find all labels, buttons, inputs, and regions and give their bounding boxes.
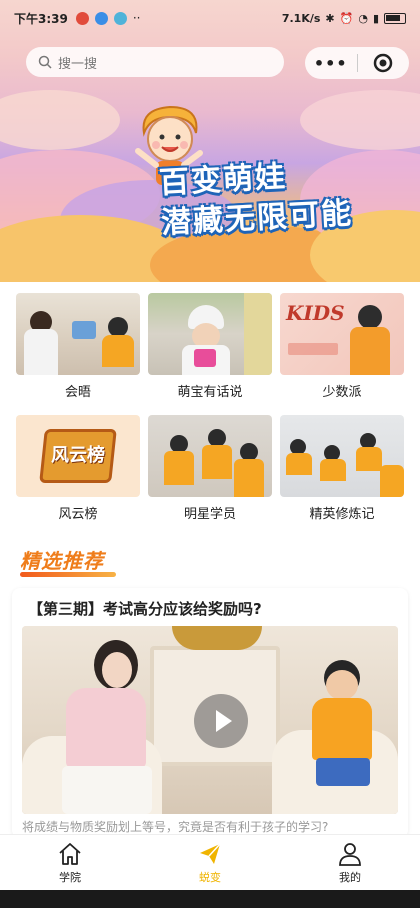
- search-icon: [38, 55, 52, 69]
- section-underline: [20, 572, 116, 577]
- battery-icon: [384, 12, 406, 24]
- card-title: 【第三期】考试高分应该给奖励吗?: [28, 600, 262, 618]
- grid-item-meeting[interactable]: 会晤: [16, 293, 140, 400]
- grid-item-elite-training[interactable]: 精英修炼记: [280, 415, 404, 522]
- thumb-image: 风云榜: [16, 415, 140, 497]
- target-icon: [373, 53, 393, 73]
- bluetooth-icon: ✱: [325, 11, 335, 25]
- tab-label: 蜕变: [199, 870, 221, 884]
- search-input[interactable]: 搜一搜: [26, 47, 284, 77]
- mini-program-capsule: •••: [305, 47, 409, 79]
- featured-video-card[interactable]: 【第三期】考试高分应该给奖励吗? 将成绩与物质奖励划上等号，究竟是否有利于孩子的…: [12, 588, 408, 838]
- card-caption: 将成绩与物质奖励划上等号，究竟是否有利于孩子的学习?: [22, 820, 329, 834]
- play-icon: [216, 710, 232, 732]
- thumb-image: KIDS: [280, 293, 404, 375]
- grid-item-label: 萌宝有话说: [177, 385, 243, 400]
- send-icon: [200, 842, 221, 864]
- status-right: 7.1K/s ✱ ⏰ ◔ ▮ 41: [282, 12, 406, 25]
- leaderboard-badge: 风云榜: [51, 445, 105, 466]
- play-button[interactable]: [194, 694, 248, 748]
- thumb-image: [148, 415, 272, 497]
- user-icon: [339, 842, 361, 866]
- hero-banner[interactable]: 百变萌娃 潜藏无限可能: [0, 0, 420, 282]
- more-menu-button[interactable]: •••: [305, 54, 357, 73]
- thumb-image: [16, 293, 140, 375]
- tab-label: 学院: [59, 870, 81, 884]
- tab-academy[interactable]: 学院: [0, 835, 140, 890]
- grid-item-label: 风云榜: [58, 507, 98, 522]
- close-miniprogram-button[interactable]: [357, 53, 409, 73]
- grid-item-label: 少数派: [322, 385, 362, 400]
- status-bar: 下午3:39 ·· 7.1K/s ✱ ⏰ ◔ ▮ 41: [0, 0, 420, 36]
- kids-badge: KIDS: [286, 301, 345, 325]
- grid-item-label: 会晤: [64, 385, 91, 400]
- wifi-icon: ◔: [358, 11, 368, 25]
- more-notifications-icon: ··: [132, 11, 141, 25]
- grid-item-star-students[interactable]: 明星学员: [148, 415, 272, 522]
- notify-app-icon: [75, 11, 89, 25]
- alarm-icon: ⏰: [339, 11, 354, 25]
- system-navigation-bar: [0, 890, 420, 908]
- tab-label: 我的: [339, 870, 361, 884]
- status-time: 下午3:39: [14, 11, 68, 26]
- grid-item-minority[interactable]: KIDS 少数派: [280, 293, 404, 400]
- grid-item-label: 明星学员: [183, 507, 236, 522]
- grid-item-label: 精英修炼记: [309, 507, 375, 522]
- section-title: 精选推荐: [20, 549, 104, 573]
- status-notification-icons: ··: [75, 11, 141, 25]
- notify-app-icon: [113, 11, 127, 25]
- bottom-tab-bar: 学院 蜕变 我的: [0, 834, 420, 890]
- thumb-image: [280, 415, 404, 497]
- tab-profile[interactable]: 我的: [280, 835, 420, 890]
- grid-item-leaderboard[interactable]: 风云榜 风云榜: [16, 415, 140, 522]
- signal-icon: ▮: [372, 11, 379, 25]
- tab-transform[interactable]: 蜕变: [140, 835, 280, 890]
- video-thumbnail[interactable]: [22, 626, 398, 814]
- search-placeholder: 搜一搜: [58, 56, 98, 72]
- home-icon: [59, 842, 81, 865]
- grid-item-kids-talk[interactable]: 萌宝有话说: [148, 293, 272, 400]
- hero-title: 百变萌娃 潜藏无限可能: [158, 152, 392, 244]
- notify-app-icon: [94, 11, 108, 25]
- network-speed: 7.1K/s: [281, 11, 321, 25]
- thumb-image: [148, 293, 272, 375]
